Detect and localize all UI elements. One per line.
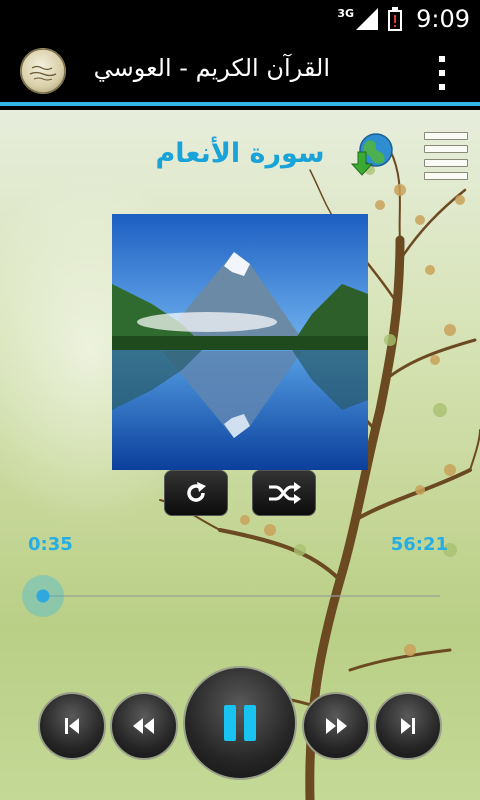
player-screen: سورة الأنعام 0:35 56:21 (0, 110, 480, 800)
list-icon-bar (424, 145, 468, 154)
app-logo-art (20, 48, 66, 94)
globe-download-icon[interactable] (350, 132, 394, 176)
overflow-menu-icon[interactable] (438, 56, 446, 90)
network-type: 3G (337, 6, 355, 20)
skip-previous-button[interactable] (38, 692, 106, 760)
skip-next-button[interactable] (374, 692, 442, 760)
seek-bar[interactable] (42, 595, 440, 597)
album-cover (112, 214, 368, 470)
battery-icon (388, 7, 403, 31)
shuffle-icon (269, 482, 301, 504)
repeat-button[interactable] (164, 470, 228, 516)
surah-title: سورة الأنعام (155, 138, 325, 169)
list-menu-icon[interactable] (424, 132, 468, 180)
repeat-icon (187, 482, 206, 502)
app-title: القرآن الكريم - العوسي (93, 54, 330, 82)
total-time: 56:21 (390, 534, 448, 555)
shuffle-button[interactable] (252, 470, 316, 516)
pause-icon (224, 705, 256, 741)
app-logo-icon[interactable] (20, 48, 66, 94)
skip-next-icon (401, 718, 415, 734)
list-icon-bar (424, 132, 468, 140)
fast-forward-icon (326, 718, 347, 734)
list-icon-bar (424, 171, 468, 180)
seek-thumb[interactable] (22, 575, 64, 617)
rewind-button[interactable] (110, 692, 178, 760)
rewind-icon (133, 718, 154, 734)
list-icon-bar (424, 158, 468, 167)
elapsed-time: 0:35 (28, 534, 73, 555)
skip-previous-icon (65, 718, 79, 734)
action-bar: القرآن الكريم - العوسي (0, 38, 480, 106)
clock: 9:09 (416, 5, 470, 33)
signal-icon (356, 8, 379, 30)
status-bar: 3G 9:09 (0, 0, 480, 38)
pause-button[interactable] (183, 666, 297, 780)
fast-forward-button[interactable] (302, 692, 370, 760)
